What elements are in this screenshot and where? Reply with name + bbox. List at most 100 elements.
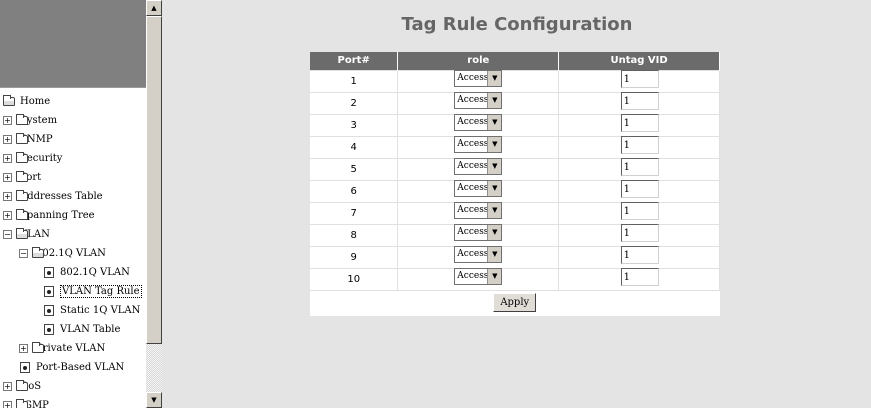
nav-item-label: VLAN Tag Rule <box>60 285 142 298</box>
expand-icon[interactable]: + <box>3 192 12 201</box>
nav-item-spanning-tree[interactable]: + Spanning Tree <box>0 206 146 225</box>
nav-item-igmp[interactable]: + IGMP <box>0 396 146 408</box>
open-folder-icon <box>32 247 44 258</box>
scroll-down-arrow-icon[interactable]: ▼ <box>146 392 162 408</box>
expand-icon[interactable]: + <box>3 116 12 125</box>
nav-item-snmp[interactable]: + SNMP <box>0 130 146 149</box>
untag-vid-input[interactable] <box>620 180 659 198</box>
apply-row: Apply <box>310 289 720 316</box>
expand-icon[interactable]: + <box>3 382 12 391</box>
nav-item-qos[interactable]: + QoS <box>0 377 146 396</box>
dropdown-arrow-icon[interactable]: ▼ <box>487 203 502 218</box>
dropdown-arrow-icon[interactable]: ▼ <box>487 181 502 196</box>
role-cell: Access ▼ <box>397 267 560 290</box>
expand-icon[interactable]: + <box>3 211 12 220</box>
folder-icon <box>16 380 28 391</box>
collapse-icon[interactable]: − <box>19 249 28 258</box>
nav-item-vlan-table[interactable]: VLAN Table <box>0 320 146 339</box>
dropdown-arrow-icon[interactable]: ▼ <box>487 115 502 130</box>
table-row: 7 Access ▼ <box>310 201 720 224</box>
expand-icon[interactable]: + <box>19 344 28 353</box>
expand-icon[interactable]: + <box>3 154 12 163</box>
role-select[interactable]: Access ▼ <box>454 70 503 87</box>
open-folder-icon <box>3 95 15 106</box>
table-row: 8 Access ▼ <box>310 223 720 246</box>
nav-item-addresses-table[interactable]: + Addresses Table <box>0 187 146 206</box>
folder-icon <box>16 133 28 144</box>
expand-icon[interactable]: + <box>3 173 12 182</box>
untag-vid-input[interactable] <box>620 92 659 110</box>
role-cell: Access ▼ <box>397 245 560 268</box>
role-cell: Access ▼ <box>397 69 560 92</box>
expand-icon[interactable]: + <box>3 401 12 408</box>
nav-item-security[interactable]: + Security <box>0 149 146 168</box>
navigation-frame: Home + System + SNMP + Security + Port + Addresses… <box>0 0 162 408</box>
table-row: 1 Access ▼ <box>310 69 720 92</box>
nav-item-static-1q-vlan[interactable]: Static 1Q VLAN <box>0 301 146 320</box>
untag-vid-input[interactable] <box>620 246 659 264</box>
table-body: 1Access▼2Access▼3Access▼4Access▼5Access▼… <box>310 69 720 290</box>
table-row: 4 Access ▼ <box>310 135 720 158</box>
page-icon <box>44 286 54 297</box>
page-icon <box>44 305 54 316</box>
tag-rule-table: Port# role Untag VID 1Access▼2Access▼3Ac… <box>310 52 720 316</box>
port-number: 8 <box>310 223 399 246</box>
dropdown-arrow-icon[interactable]: ▼ <box>487 93 502 108</box>
nav-item-label: VLAN Table <box>60 324 121 335</box>
nav-item-system[interactable]: + System <box>0 111 146 130</box>
untag-vid-input[interactable] <box>620 114 659 132</box>
page-icon <box>44 324 54 335</box>
table-header-row: Port# role Untag VID <box>310 52 720 70</box>
untag-vid-input[interactable] <box>620 268 659 286</box>
role-cell: Access ▼ <box>397 113 560 136</box>
untag-vid-input[interactable] <box>620 224 659 242</box>
role-cell: Access ▼ <box>397 201 560 224</box>
nav-banner <box>0 0 146 88</box>
nav-item-8021q-vlan-page[interactable]: 802.1Q VLAN <box>0 263 146 282</box>
apply-cell: Apply <box>310 289 720 316</box>
role-select[interactable]: Access ▼ <box>454 92 503 109</box>
nav-item-vlan[interactable]: − VLAN <box>0 225 146 244</box>
collapse-icon[interactable]: − <box>3 230 12 239</box>
role-select-value: Access <box>457 95 489 105</box>
expand-icon[interactable]: + <box>3 135 12 144</box>
table-row: 3 Access ▼ <box>310 113 720 136</box>
table-row: 9 Access ▼ <box>310 245 720 268</box>
untag-vid-input[interactable] <box>620 158 659 176</box>
scrollbar-thumb[interactable] <box>146 16 162 344</box>
role-select[interactable]: Access ▼ <box>454 136 503 153</box>
untag-vid-input[interactable] <box>620 70 659 88</box>
dropdown-arrow-icon[interactable]: ▼ <box>487 137 502 152</box>
scroll-up-arrow-icon[interactable]: ▲ <box>146 0 162 16</box>
role-select[interactable]: Access ▼ <box>454 202 503 219</box>
untag-vid-cell <box>558 91 720 114</box>
dropdown-arrow-icon[interactable]: ▼ <box>487 71 502 86</box>
role-select[interactable]: Access ▼ <box>454 268 503 285</box>
apply-button[interactable]: Apply <box>493 292 537 312</box>
role-select[interactable]: Access ▼ <box>454 158 503 175</box>
nav-scrollbar[interactable]: ▲ ▼ <box>146 0 162 408</box>
dropdown-arrow-icon[interactable]: ▼ <box>487 159 502 174</box>
nav-item-label: Private VLAN <box>36 343 106 354</box>
dropdown-arrow-icon[interactable]: ▼ <box>487 269 502 284</box>
nav-item-label: 802.1Q VLAN <box>36 248 106 259</box>
port-number: 1 <box>310 69 399 92</box>
table-row: 6 Access ▼ <box>310 179 720 202</box>
nav-item-private-vlan[interactable]: + Private VLAN <box>0 339 146 358</box>
role-select[interactable]: Access ▼ <box>454 224 503 241</box>
nav-item-label: Port-Based VLAN <box>36 362 125 373</box>
dropdown-arrow-icon[interactable]: ▼ <box>487 247 502 262</box>
nav-item-8021q-vlan[interactable]: −802.1Q VLAN <box>0 244 146 263</box>
role-select[interactable]: Access ▼ <box>454 246 503 263</box>
role-select[interactable]: Access ▼ <box>454 180 503 197</box>
dropdown-arrow-icon[interactable]: ▼ <box>487 225 502 240</box>
untag-vid-input[interactable] <box>620 202 659 220</box>
untag-vid-input[interactable] <box>620 136 659 154</box>
nav-item-port-based-vlan[interactable]: Port-Based VLAN <box>0 358 146 377</box>
role-select-value: Access <box>457 205 489 215</box>
nav-item-port[interactable]: + Port <box>0 168 146 187</box>
nav-item-home[interactable]: Home <box>0 92 146 111</box>
page-title: Tag Rule Configuration <box>401 14 633 35</box>
nav-item-vlan-tag-rule[interactable]: VLAN Tag Rule <box>0 282 146 301</box>
role-select[interactable]: Access ▼ <box>454 114 503 131</box>
